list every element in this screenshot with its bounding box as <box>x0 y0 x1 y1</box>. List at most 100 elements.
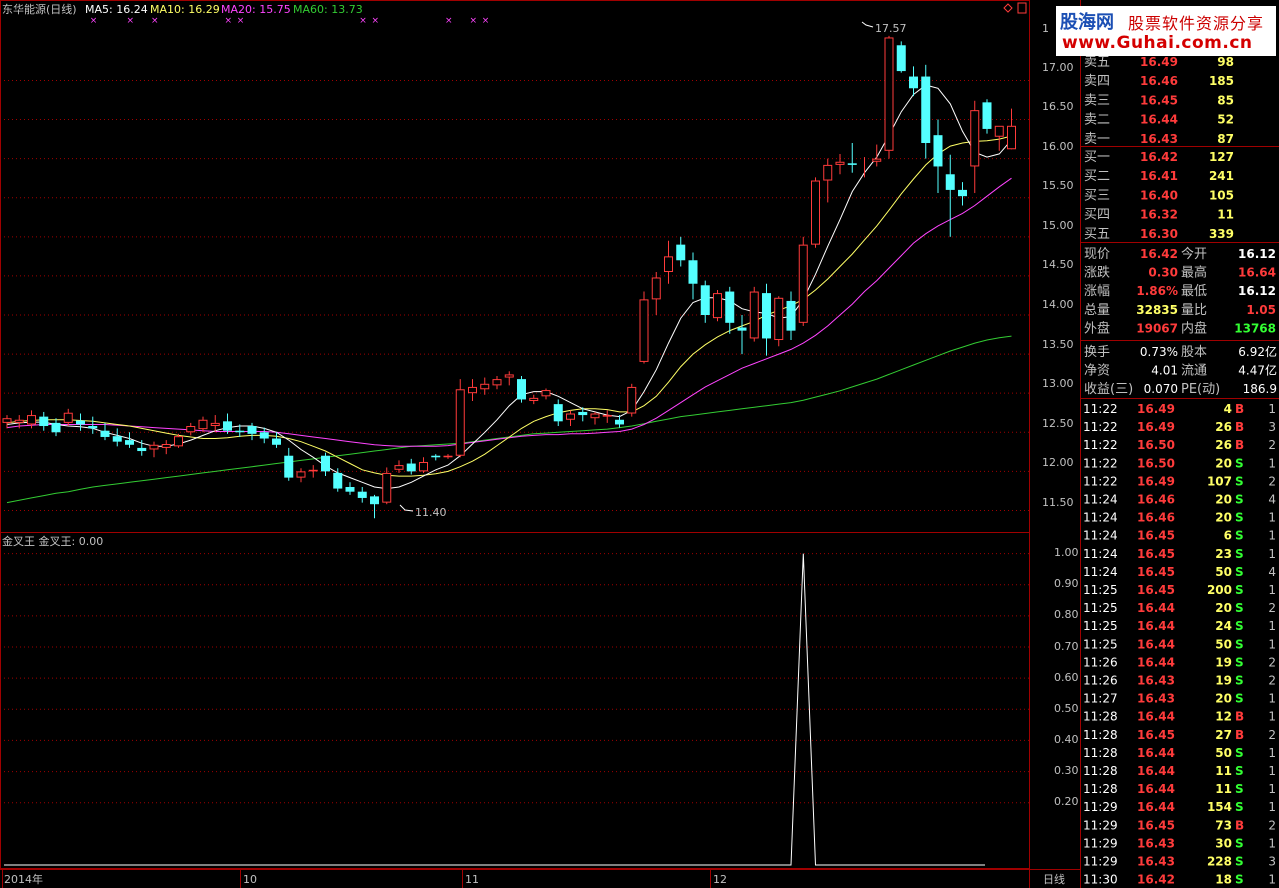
candle-up[interactable] <box>884 37 894 151</box>
candle-down[interactable] <box>345 487 355 492</box>
candle-down[interactable] <box>235 430 245 433</box>
candle-up[interactable] <box>504 374 514 378</box>
diamond-icon[interactable] <box>1003 3 1013 13</box>
candle-up[interactable] <box>749 291 759 339</box>
candle-up[interactable] <box>296 471 306 478</box>
candle-down[interactable] <box>125 440 134 445</box>
candle-down[interactable] <box>737 327 747 331</box>
candle-down[interactable] <box>406 463 416 472</box>
candle-up[interactable] <box>468 386 477 394</box>
tick-side: S <box>1235 764 1244 778</box>
candle-up[interactable] <box>455 389 465 456</box>
candle-down[interactable] <box>896 45 906 72</box>
ma60-legend: MA60: 13.73 <box>293 3 363 16</box>
candle-up[interactable] <box>970 110 980 167</box>
candle-up[interactable] <box>198 419 208 430</box>
candle-down[interactable] <box>431 455 441 458</box>
candle-down[interactable] <box>39 416 49 427</box>
candle-down[interactable] <box>100 430 110 437</box>
price-tick: 12.00 <box>1042 456 1074 469</box>
candle-down[interactable] <box>272 438 281 445</box>
candle-down[interactable] <box>76 420 85 425</box>
candle-down[interactable] <box>786 300 796 331</box>
candle-up[interactable] <box>639 299 649 362</box>
tick-price: 16.45 <box>1137 583 1175 597</box>
price-tick: 17.00 <box>1042 61 1074 74</box>
tick-count: 1 <box>1268 800 1276 814</box>
tick-time: 11:24 <box>1083 547 1118 561</box>
candle-up[interactable] <box>811 180 820 245</box>
candle-up[interactable] <box>602 415 612 417</box>
candle-down[interactable] <box>762 293 771 339</box>
candle-down[interactable] <box>847 163 857 165</box>
candle-down[interactable] <box>223 421 232 431</box>
candle-down[interactable] <box>578 411 588 416</box>
candle-down[interactable] <box>933 135 943 167</box>
candle-up[interactable] <box>308 469 318 472</box>
candle-up[interactable] <box>651 277 661 300</box>
candle-up[interactable] <box>798 244 808 323</box>
candle-up[interactable] <box>823 164 833 181</box>
candle-down[interactable] <box>333 472 343 489</box>
candle-up[interactable] <box>161 444 171 448</box>
candle-up[interactable] <box>2 418 12 423</box>
candle-down[interactable] <box>700 285 710 315</box>
candle-up[interactable] <box>541 390 551 397</box>
candle-down[interactable] <box>615 419 624 425</box>
candle-down[interactable] <box>945 174 955 190</box>
candle-down[interactable] <box>553 404 563 422</box>
candle-down[interactable] <box>517 379 526 400</box>
candle-up[interactable] <box>382 472 392 503</box>
candle-up[interactable] <box>835 161 845 165</box>
candle-down[interactable] <box>982 102 992 129</box>
candle-down[interactable] <box>321 455 330 472</box>
candle-down[interactable] <box>676 244 686 261</box>
candle-up[interactable] <box>664 256 673 273</box>
candle-up[interactable] <box>994 125 1004 137</box>
ask-label: 卖二 <box>1084 113 1110 128</box>
tick-price: 16.44 <box>1137 637 1175 651</box>
candle-up[interactable] <box>210 422 220 427</box>
candle-up[interactable] <box>566 413 575 420</box>
candle-up[interactable] <box>872 158 882 162</box>
candle-down[interactable] <box>88 426 98 429</box>
tick-count: 2 <box>1268 655 1276 669</box>
candle-up[interactable] <box>713 293 722 319</box>
candle-up[interactable] <box>419 461 428 472</box>
candle-up[interactable] <box>443 455 453 458</box>
candle-down[interactable] <box>51 422 61 433</box>
candle-up[interactable] <box>27 415 36 425</box>
candle-down[interactable] <box>958 189 967 197</box>
candle-down[interactable] <box>137 447 147 452</box>
candle-up[interactable] <box>149 444 159 450</box>
candle-up[interactable] <box>1007 125 1016 150</box>
candle-down[interactable] <box>688 260 698 284</box>
candle-up[interactable] <box>174 436 183 447</box>
main-chart-svg[interactable]: × × × × × × × × × × 东华能源(日线) MA5: 16.24 MA10: 16.… <box>0 0 1080 888</box>
tick-side: S <box>1235 692 1244 706</box>
tick-price: 16.50 <box>1137 456 1175 470</box>
candle-up[interactable] <box>627 386 637 414</box>
candle-down[interactable] <box>259 432 269 439</box>
candle-down[interactable] <box>370 496 379 505</box>
candle-up[interactable] <box>14 419 24 423</box>
candle-down[interactable] <box>357 491 367 498</box>
candle-up[interactable] <box>529 397 539 402</box>
candle-up[interactable] <box>492 379 502 386</box>
candle-down[interactable] <box>284 455 294 478</box>
candle-down[interactable] <box>112 436 122 442</box>
period-label[interactable]: 日线 <box>1043 872 1065 886</box>
candle-down[interactable] <box>725 291 735 323</box>
candle-up[interactable] <box>186 426 196 433</box>
restore-icon[interactable] <box>1017 2 1027 14</box>
candle-down[interactable] <box>921 76 931 143</box>
candle-down[interactable] <box>247 426 257 434</box>
candle-up[interactable] <box>480 383 490 390</box>
candle-up[interactable] <box>63 412 73 423</box>
candle-down[interactable] <box>909 76 918 89</box>
candle-up[interactable] <box>774 297 784 341</box>
candle-up[interactable] <box>394 465 404 470</box>
tick-time: 11:22 <box>1083 474 1118 488</box>
tick-side: S <box>1235 637 1244 651</box>
candle-up[interactable] <box>590 413 600 419</box>
